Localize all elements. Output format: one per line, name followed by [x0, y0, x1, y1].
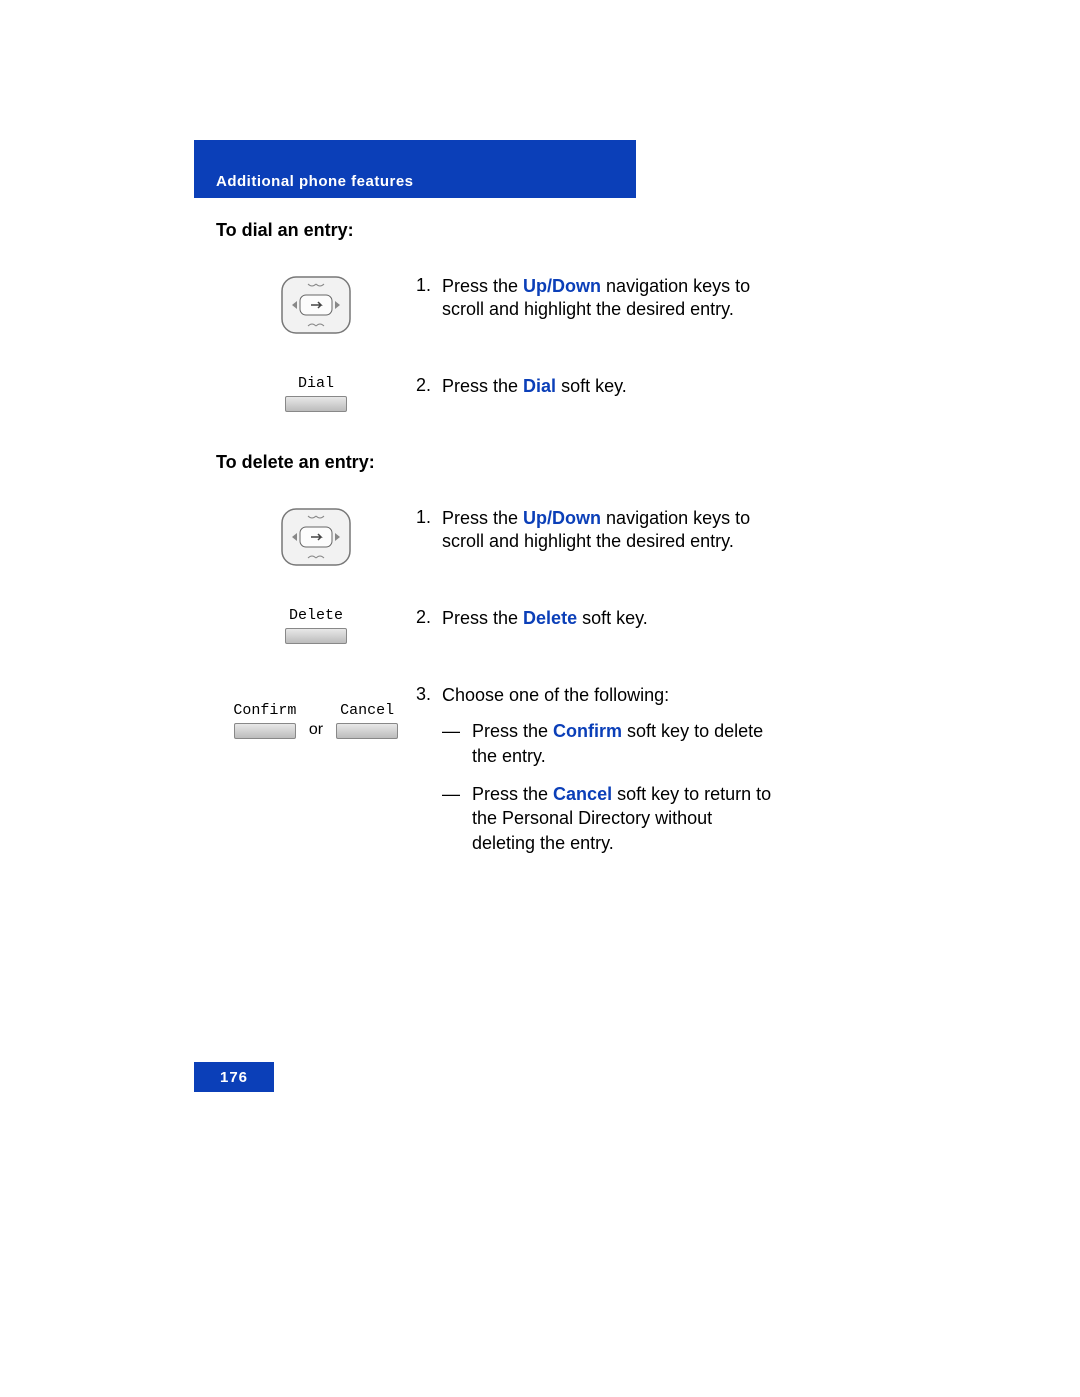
- dash: —: [442, 782, 472, 855]
- step-number: 3.: [416, 684, 442, 705]
- step-row: Delete 2. Press the Delete soft key.: [216, 607, 776, 644]
- header-bar: Additional phone features: [194, 140, 636, 198]
- step-body: Press the Dial soft key.: [442, 375, 776, 398]
- step-text: 1. Press the Up/Down navigation keys to …: [416, 507, 776, 554]
- step-row: Dial 2. Press the Dial soft key.: [216, 375, 776, 412]
- softkey-label: Delete: [289, 607, 343, 624]
- step-text: 1. Press the Up/Down navigation keys to …: [416, 275, 776, 322]
- step-row: Confirm or Cancel 3. Choose one of the f…: [216, 684, 776, 869]
- softkey-button-icon: [285, 628, 347, 644]
- step-body: Press the Up/Down navigation keys to scr…: [442, 507, 776, 554]
- key-term: Dial: [523, 376, 556, 396]
- softkey-label: Confirm: [233, 702, 296, 719]
- key-term: Confirm: [553, 721, 622, 741]
- step-number: 1.: [416, 507, 442, 528]
- navpad-icon: [280, 507, 352, 567]
- text-pre: Choose one of the following:: [442, 685, 669, 705]
- key-term: Up/Down: [523, 276, 601, 296]
- section-title-delete: To delete an entry:: [216, 452, 776, 473]
- text-pre: Press the: [442, 608, 523, 628]
- softkey-label: Cancel: [340, 702, 394, 719]
- text-pre: Press the: [472, 721, 553, 741]
- page-number-badge: 176: [194, 1062, 274, 1092]
- step-body: Choose one of the following: — Press the…: [442, 684, 776, 869]
- softkey-dial: Dial: [280, 375, 352, 412]
- key-term: Up/Down: [523, 508, 601, 528]
- visual-navpad: [216, 275, 416, 335]
- softkey-cancel: Cancel: [331, 702, 403, 739]
- visual-softkey: Delete: [216, 607, 416, 644]
- softkey-confirm: Confirm: [229, 702, 301, 739]
- step-body: Press the Up/Down navigation keys to scr…: [442, 275, 776, 322]
- visual-softkey: Dial: [216, 375, 416, 412]
- sub-item: — Press the Cancel soft key to return to…: [442, 782, 776, 855]
- text-post: soft key.: [577, 608, 648, 628]
- softkey-button-icon: [285, 396, 347, 412]
- section-title-dial: To dial an entry:: [216, 220, 776, 241]
- step-text: 3. Choose one of the following: — Press …: [416, 684, 776, 869]
- softkey-delete: Delete: [280, 607, 352, 644]
- dash: —: [442, 719, 472, 768]
- visual-dual-softkey: Confirm or Cancel: [216, 684, 416, 739]
- header-title: Additional phone features: [216, 173, 414, 190]
- step-text: 2. Press the Delete soft key.: [416, 607, 776, 630]
- key-term: Delete: [523, 608, 577, 628]
- step-row: 1. Press the Up/Down navigation keys to …: [216, 507, 776, 567]
- text-post: soft key.: [556, 376, 627, 396]
- text-pre: Press the: [442, 508, 523, 528]
- sub-list: — Press the Confirm soft key to delete t…: [442, 719, 776, 854]
- step-number: 2.: [416, 607, 442, 628]
- text-pre: Press the: [442, 376, 523, 396]
- step-number: 1.: [416, 275, 442, 296]
- step-body: Press the Delete soft key.: [442, 607, 776, 630]
- dual-softkey: Confirm or Cancel: [229, 702, 403, 739]
- step-text: 2. Press the Dial soft key.: [416, 375, 776, 398]
- sub-body: Press the Confirm soft key to delete the…: [472, 719, 776, 768]
- sub-body: Press the Cancel soft key to return to t…: [472, 782, 776, 855]
- or-text: or: [309, 721, 323, 739]
- softkey-button-icon: [234, 723, 296, 739]
- sub-item: — Press the Confirm soft key to delete t…: [442, 719, 776, 768]
- visual-navpad: [216, 507, 416, 567]
- step-number: 2.: [416, 375, 442, 396]
- step-row: 1. Press the Up/Down navigation keys to …: [216, 275, 776, 335]
- page-number: 176: [220, 1069, 248, 1086]
- text-pre: Press the: [442, 276, 523, 296]
- softkey-label: Dial: [298, 375, 334, 392]
- softkey-button-icon: [336, 723, 398, 739]
- navpad-icon: [280, 275, 352, 335]
- text-pre: Press the: [472, 784, 553, 804]
- key-term: Cancel: [553, 784, 612, 804]
- page-content: To dial an entry: 1. Press the Up/Down n…: [216, 220, 776, 909]
